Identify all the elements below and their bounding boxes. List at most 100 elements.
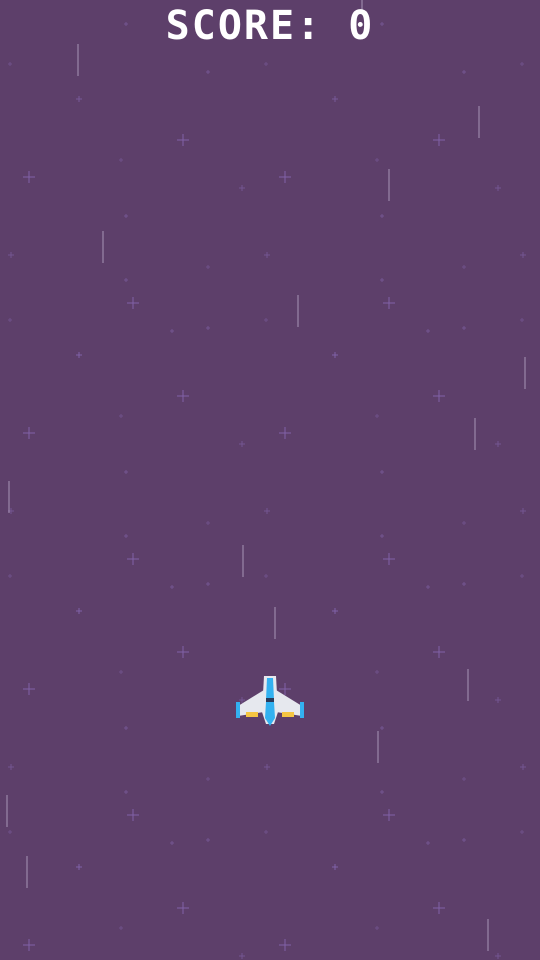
star-sparkle	[170, 585, 174, 589]
star-sparkle	[380, 278, 384, 282]
score-display: SCORE: 0	[165, 3, 375, 49]
star-sparkle	[76, 96, 82, 102]
star-sparkle	[279, 171, 291, 183]
star-sparkle	[206, 777, 210, 781]
star-sparkle	[264, 62, 268, 66]
star-sparkle	[8, 62, 12, 66]
star-sparkle	[239, 185, 245, 191]
ship-cockpit-band	[266, 698, 274, 702]
star-sparkle	[124, 214, 128, 218]
star-sparkle	[462, 70, 466, 74]
star-sparkle	[375, 670, 379, 674]
star-sparkle	[206, 521, 210, 525]
star-sparkle	[495, 953, 501, 959]
star-sparkle	[426, 585, 430, 589]
star-sparkle	[23, 939, 35, 951]
star-sparkle	[170, 841, 174, 845]
star-sparkle	[119, 670, 123, 674]
star-sparkle	[332, 608, 338, 614]
star-sparkle	[462, 326, 466, 330]
star-sparkle	[264, 252, 270, 258]
star-sparkle	[206, 70, 210, 74]
star-sparkle	[170, 329, 174, 333]
star-sparkle	[380, 470, 384, 474]
star-sparkle	[124, 278, 128, 282]
ship-right-engine	[282, 712, 294, 717]
star-sparkle	[332, 352, 338, 358]
star-sparkle	[177, 390, 189, 402]
star-sparkle	[8, 830, 12, 834]
star-sparkle	[426, 841, 430, 845]
star-sparkle	[8, 252, 14, 258]
star-sparkle	[177, 902, 189, 914]
star-sparkle	[23, 171, 35, 183]
star-sparkle	[8, 318, 12, 322]
star-sparkle	[380, 534, 384, 538]
star-sparkle	[127, 297, 139, 309]
star-sparkle	[264, 830, 268, 834]
star-sparkle	[264, 764, 270, 770]
star-sparkle	[383, 553, 395, 565]
player-spaceship-icon[interactable]	[234, 672, 306, 728]
star-sparkle	[124, 790, 128, 794]
star-sparkle	[206, 265, 210, 269]
ship-right-wingtip	[300, 702, 304, 718]
star-sparkle	[76, 352, 82, 358]
star-sparkle	[239, 441, 245, 447]
star-sparkle	[23, 683, 35, 695]
star-sparkle	[127, 553, 139, 565]
starfield-background	[6, 0, 526, 959]
star-sparkle	[8, 574, 12, 578]
star-sparkle	[23, 427, 35, 439]
star-sparkle	[206, 582, 210, 586]
star-sparkle	[279, 427, 291, 439]
star-sparkle	[462, 777, 466, 781]
star-sparkle	[380, 790, 384, 794]
star-sparkle	[433, 902, 445, 914]
star-sparkle	[520, 830, 524, 834]
star-sparkle	[264, 574, 268, 578]
star-sparkle	[520, 318, 524, 322]
star-sparkle	[119, 414, 123, 418]
star-sparkle	[462, 521, 466, 525]
game-canvas[interactable]: SCORE: 0	[0, 0, 540, 960]
star-sparkle	[380, 214, 384, 218]
star-sparkle	[426, 329, 430, 333]
star-sparkle	[462, 838, 466, 842]
star-sparkle	[383, 809, 395, 821]
star-sparkle	[124, 534, 128, 538]
star-sparkle	[279, 939, 291, 951]
star-sparkle	[119, 158, 123, 162]
star-sparkle	[520, 252, 526, 258]
star-sparkle	[206, 326, 210, 330]
star-sparkle	[76, 864, 82, 870]
star-sparkle	[206, 838, 210, 842]
star-sparkle	[520, 508, 526, 514]
star-sparkle	[124, 470, 128, 474]
star-sparkle	[177, 134, 189, 146]
star-sparkle	[264, 318, 268, 322]
ship-cockpit	[266, 678, 274, 700]
star-sparkle	[8, 764, 14, 770]
star-sparkle	[264, 508, 270, 514]
star-sparkle	[520, 764, 526, 770]
star-sparkle	[76, 608, 82, 614]
star-sparkle	[375, 158, 379, 162]
star-sparkle	[375, 414, 379, 418]
star-sparkle	[127, 809, 139, 821]
star-sparkle	[380, 726, 384, 730]
star-sparkle	[520, 574, 524, 578]
star-sparkle	[332, 96, 338, 102]
star-sparkle	[332, 864, 338, 870]
star-sparkle	[495, 441, 501, 447]
ship-left-wingtip	[236, 702, 240, 718]
star-sparkle	[433, 134, 445, 146]
star-sparkle	[239, 953, 245, 959]
star-sparkle	[495, 185, 501, 191]
star-sparkle	[119, 926, 123, 930]
star-sparkle	[177, 646, 189, 658]
star-sparkle	[124, 726, 128, 730]
star-sparkle	[462, 582, 466, 586]
star-sparkle	[495, 697, 501, 703]
star-sparkle	[383, 297, 395, 309]
